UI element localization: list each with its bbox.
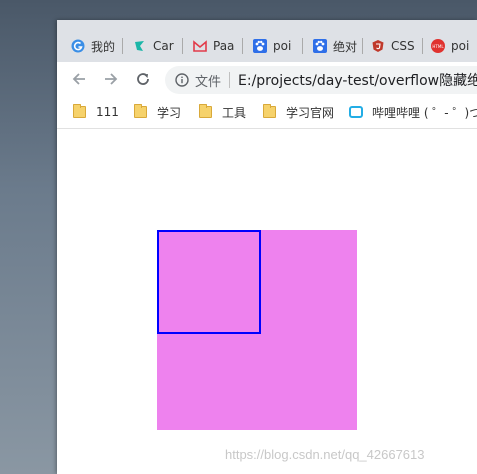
- outer-violet-box: [157, 230, 357, 430]
- bookmark-111[interactable]: 111: [73, 104, 119, 120]
- baidu-paw-icon: [313, 39, 327, 53]
- tab-label: poi: [451, 39, 470, 53]
- tab-separator: [302, 38, 303, 54]
- tab-6[interactable]: CSS: [371, 35, 423, 57]
- bookmark-study[interactable]: 学习: [134, 104, 181, 120]
- reload-button[interactable]: [132, 68, 154, 90]
- teal-logo-icon: [133, 39, 147, 53]
- tab-label: poi: [273, 39, 292, 53]
- tab-3[interactable]: Paa: [193, 35, 243, 57]
- tab-separator: [242, 38, 243, 54]
- address-bar[interactable]: 文件 E:/projects/day-test/overflow隐藏绝: [165, 66, 477, 94]
- folder-icon: [73, 104, 86, 118]
- tab-separator: [122, 38, 123, 54]
- back-button[interactable]: [68, 68, 90, 90]
- arrow-left-icon: [72, 73, 85, 85]
- tab-label: Paa: [213, 39, 235, 53]
- reload-icon: [137, 73, 149, 85]
- forward-button[interactable]: [100, 68, 122, 90]
- tab-separator: [182, 38, 183, 54]
- bookmark-label: 工具: [222, 105, 247, 120]
- bookmark-bilibili[interactable]: 哔哩哔哩 ( ゜- ゜)つ...: [349, 104, 477, 120]
- folder-icon: [199, 104, 212, 118]
- mail-logo-icon: [193, 39, 207, 53]
- tab-7[interactable]: HTML poi: [431, 35, 477, 57]
- tab-label: Car: [153, 39, 174, 53]
- tab-strip: 我的 Car Paa poi 绝对 CSS HTML poi: [57, 20, 477, 62]
- html-badge-icon: HTML: [431, 39, 445, 53]
- bookmark-tools[interactable]: 工具: [199, 104, 246, 120]
- watermark-text: https://blog.csdn.net/qq_42667613: [225, 447, 425, 462]
- arrow-right-icon: [105, 73, 118, 85]
- shield-logo-icon: [371, 39, 385, 53]
- tab-4[interactable]: poi: [253, 35, 303, 57]
- tab-label: 我的: [91, 39, 116, 54]
- baidu-paw-icon: [253, 39, 267, 53]
- browser-logo-icon: [71, 39, 85, 53]
- bilibili-icon: [349, 106, 363, 118]
- tab-separator: [362, 38, 363, 54]
- bookmark-label: 111: [96, 105, 119, 119]
- tab-1[interactable]: 我的: [71, 35, 123, 57]
- bookmark-label: 哔哩哔哩 ( ゜- ゜)つ...: [372, 105, 477, 120]
- folder-icon: [134, 104, 147, 118]
- info-icon[interactable]: [175, 73, 189, 87]
- url-text[interactable]: E:/projects/day-test/overflow隐藏绝: [238, 70, 477, 90]
- bookmarks-bar: 111 学习 工具 学习官网 哔哩哔哩 ( ゜- ゜)つ...: [57, 96, 477, 129]
- tab-label: 绝对: [333, 39, 358, 54]
- folder-icon: [263, 104, 276, 118]
- toolbar: 文件 E:/projects/day-test/overflow隐藏绝: [57, 62, 477, 96]
- page-content: https://blog.csdn.net/qq_42667613: [57, 129, 477, 474]
- tab-5[interactable]: 绝对: [313, 35, 363, 57]
- omnibox-divider: [229, 72, 231, 88]
- tab-2[interactable]: Car: [133, 35, 183, 57]
- bookmark-label: 学习官网: [286, 105, 335, 120]
- svg-text:HTML: HTML: [432, 44, 444, 49]
- browser-window: 我的 Car Paa poi 绝对 CSS HTML poi 文件 E:/pro…: [57, 20, 477, 474]
- inner-bordered-box: [157, 230, 261, 334]
- file-scheme-label: 文件: [195, 74, 222, 90]
- bookmark-study-sites[interactable]: 学习官网: [263, 104, 334, 120]
- tab-separator: [422, 38, 423, 54]
- bookmark-label: 学习: [157, 105, 182, 120]
- tab-label: CSS: [391, 39, 415, 53]
